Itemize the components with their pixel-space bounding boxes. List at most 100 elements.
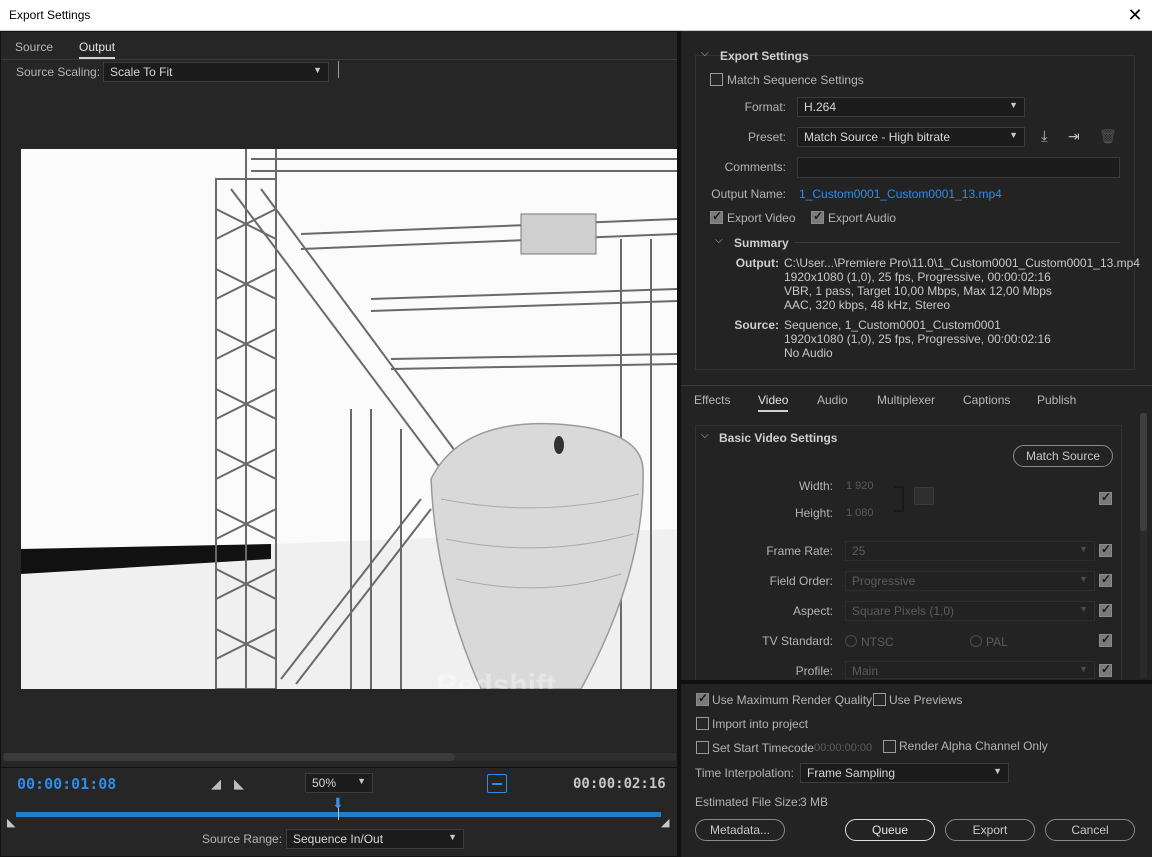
tab-source[interactable]: Source — [15, 40, 53, 54]
max-render-quality-label: Use Maximum Render Quality — [712, 693, 873, 707]
time-interpolation-label: Time Interpolation: — [695, 766, 794, 780]
zoom-value: 50% — [312, 776, 337, 790]
out-point-icon[interactable]: ◢ — [661, 816, 669, 829]
window-title: Export Settings — [9, 8, 91, 22]
start-timecode-checkbox[interactable] — [696, 741, 709, 754]
tab-audio[interactable]: Audio — [817, 393, 848, 407]
cancel-button[interactable]: Cancel — [1045, 819, 1135, 841]
chevron-down-icon: ▼ — [1079, 664, 1088, 674]
width-label: Width: — [798, 479, 833, 493]
chain-link-icon[interactable] — [914, 487, 934, 505]
export-video-label: Export Video — [727, 211, 796, 225]
metadata-button[interactable]: Metadata... — [695, 819, 785, 841]
frame-rate-value: 25 — [852, 544, 866, 558]
chevron-down-icon: ▼ — [1079, 574, 1088, 584]
chevron-down-icon: ▼ — [448, 832, 457, 842]
source-scaling-dropdown[interactable]: Scale To Fit ▼ — [103, 62, 329, 82]
watermark: Redshift — [436, 669, 556, 689]
vertical-scrollbar[interactable] — [1140, 413, 1147, 678]
start-timecode-value[interactable]: 00:00:00:00 — [814, 742, 872, 754]
frame-rate-dropdown[interactable]: 25 ▼ — [845, 541, 1095, 561]
use-previews-checkbox[interactable] — [873, 693, 886, 706]
preset-label: Preset: — [747, 130, 786, 144]
tab-video[interactable]: Video — [758, 393, 789, 412]
chevron-down-icon: ▼ — [1079, 604, 1088, 614]
tab-publish[interactable]: Publish — [1037, 393, 1076, 407]
ntsc-label: NTSC — [861, 635, 894, 649]
collapse-chevron-icon[interactable]: ⌵ — [715, 235, 723, 246]
preset-dropdown[interactable]: Match Source - High bitrate ▼ — [797, 127, 1025, 147]
field-order-checkbox[interactable] — [1099, 572, 1112, 587]
match-source-button[interactable]: Match Source — [1013, 445, 1113, 467]
summary-header: Summary — [734, 236, 789, 250]
aspect-label: Aspect: — [792, 604, 833, 618]
divider — [681, 385, 1152, 386]
comments-input[interactable] — [797, 157, 1120, 178]
field-order-dropdown[interactable]: Progressive ▼ — [845, 571, 1095, 591]
output-name-link[interactable]: 1_Custom0001_Custom0001_13.mp4 — [799, 187, 1002, 201]
ntsc-radio[interactable] — [845, 635, 857, 647]
source-scaling-label: Source Scaling: — [16, 65, 101, 79]
width-value[interactable]: 1 920 — [846, 480, 874, 492]
summary-output-line: AAC, 320 kbps, 48 kHz, Stereo — [784, 298, 951, 312]
alpha-only-checkbox[interactable] — [883, 740, 896, 753]
scrollbar-thumb[interactable] — [3, 753, 455, 761]
comments-label: Comments: — [724, 160, 786, 174]
profile-checkbox[interactable] — [1099, 662, 1112, 677]
field-order-label: Field Order: — [769, 574, 833, 588]
delete-preset-icon[interactable]: 🗑 — [1099, 128, 1117, 145]
chevron-down-icon: ▼ — [1079, 544, 1088, 554]
frame-rate-checkbox[interactable] — [1099, 542, 1112, 557]
preview-render — [21, 149, 677, 689]
queue-button[interactable]: Queue — [845, 819, 935, 841]
summary-output-line: C:\User...\Premiere Pro\11.0\1_Custom000… — [784, 256, 1140, 270]
fit-icon[interactable] — [487, 774, 507, 793]
pal-radio[interactable] — [970, 635, 982, 647]
playhead-icon[interactable]: ⬇ — [332, 795, 344, 812]
summary-source-line: 1920x1080 (1,0), 25 fps, Progressive, 00… — [784, 332, 1051, 346]
alpha-only-label: Render Alpha Channel Only — [899, 739, 1048, 753]
summary-source-line: No Audio — [784, 346, 833, 360]
horizontal-scrollbar[interactable] — [3, 753, 676, 761]
close-icon[interactable]: ✕ — [1118, 0, 1152, 31]
export-audio-checkbox[interactable] — [811, 209, 824, 224]
time-interpolation-dropdown[interactable]: Frame Sampling ▼ — [800, 763, 1009, 783]
height-label: Height: — [794, 506, 833, 520]
time-interpolation-value: Frame Sampling — [807, 766, 896, 780]
tab-output[interactable]: Output — [79, 40, 116, 59]
pal-label: PAL — [986, 635, 1008, 649]
export-button[interactable]: Export — [945, 819, 1035, 841]
collapse-chevron-icon[interactable]: ⌵ — [701, 430, 709, 441]
width-height-checkbox[interactable] — [1099, 490, 1112, 505]
format-dropdown[interactable]: H.264 ▼ — [797, 97, 1025, 117]
aspect-checkbox[interactable] — [1099, 602, 1112, 617]
in-point-icon[interactable]: ◣ — [7, 816, 15, 829]
scrollbar-thumb[interactable] — [1140, 413, 1147, 531]
current-timecode[interactable]: 00:00:01:08 — [17, 775, 116, 793]
collapse-chevron-icon[interactable]: ⌵ — [701, 48, 709, 59]
profile-dropdown[interactable]: Main ▼ — [845, 661, 1095, 679]
save-preset-icon[interactable]: ⤓ — [1041, 128, 1048, 145]
profile-label: Profile: — [795, 664, 833, 678]
tab-effects[interactable]: Effects — [694, 393, 730, 407]
aspect-dropdown[interactable]: Square Pixels (1,0) ▼ — [845, 601, 1095, 621]
source-range-dropdown[interactable]: Sequence In/Out ▼ — [286, 829, 464, 849]
zoom-dropdown[interactable]: 50% ▼ — [305, 773, 373, 793]
tab-captions[interactable]: Captions — [963, 393, 1010, 407]
import-project-checkbox[interactable] — [696, 717, 709, 730]
video-preview: Redshift — [21, 149, 677, 689]
link-bracket — [894, 486, 904, 512]
export-video-checkbox[interactable] — [710, 209, 723, 224]
import-project-label: Import into project — [712, 717, 809, 731]
tab-multiplexer[interactable]: Multiplexer — [877, 393, 935, 407]
chevron-down-icon: ▼ — [1009, 130, 1018, 140]
height-value[interactable]: 1 080 — [846, 507, 874, 519]
divider — [681, 680, 1152, 684]
mark-out-icon[interactable]: ◣ — [234, 776, 244, 792]
tv-standard-checkbox[interactable] — [1099, 632, 1112, 647]
import-preset-icon[interactable]: ⇥ — [1068, 128, 1080, 145]
pane-divider[interactable] — [678, 31, 681, 857]
match-sequence-checkbox[interactable] — [710, 73, 723, 86]
mark-in-icon[interactable]: ◢ — [211, 776, 221, 792]
max-render-quality-checkbox[interactable] — [696, 691, 709, 706]
